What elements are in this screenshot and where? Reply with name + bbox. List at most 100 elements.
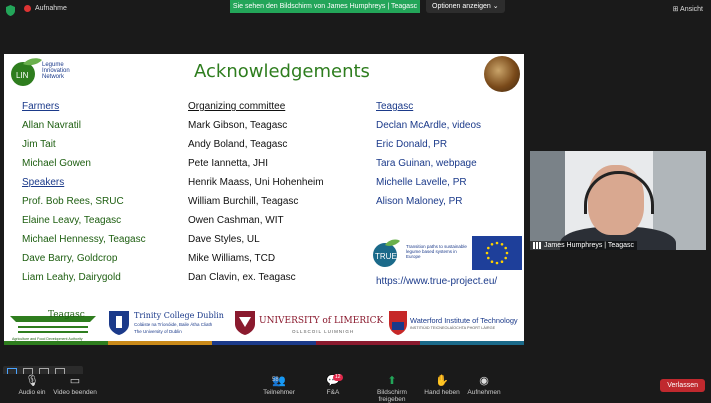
shared-screen-slide: LIN Legume Innovation Network Acknowledg… [4,54,524,345]
top-bar: Aufnahme Sie sehen den Bildschirm von Ja… [0,0,711,22]
eu-flag-icon [472,236,522,270]
committee-member: Pete Iannetta, JHI [188,158,269,169]
project-url: https://www.true-project.eu/ [376,276,498,287]
recording-label: Aufnahme [35,5,67,12]
speaker-name: Michael Hennessy, Teagasc [22,234,146,245]
tcd-crest-icon [109,311,129,335]
true-logo-text: TRUE [375,252,397,261]
speaker-name: Prof. Bob Rees, SRUC [22,196,124,207]
teagasc-column: Teagasc Declan McArdle, videos Eric Dona… [376,97,481,211]
teagasc-member: Alison Maloney, PR [376,196,463,207]
participants-label: Teilnehmer [263,389,295,396]
ul-logo: UNIVERSITY of LIMERICK OLLSCOIL LUIMNIGH [234,308,383,342]
legume-innovation-network-logo: LIN [11,58,42,86]
committee-member: William Burchill, Teagasc [188,196,299,207]
view-options-button[interactable]: Optionen anzeigen ⌄ [426,0,505,13]
raise-hand-icon: ✋ [435,375,449,387]
teagasc-member: Michelle Lavelle, PR [376,177,467,188]
participants-count: 58 [272,377,279,383]
recording-dot-icon [24,5,31,12]
teagasc-logo: Teagasc Agriculture and Food Development… [8,308,98,342]
farmers-heading: Farmers [22,101,60,112]
committee-member: Henrik Maass, Uni Hohenheim [188,177,324,188]
security-shield-icon[interactable] [6,5,15,16]
audio-button[interactable]: 🎙 Audio ein [10,375,54,397]
farmer-name: Allan Navratil [22,120,81,131]
participants-icon: 👥 [272,375,286,387]
tcd-logo-text: Trinity College Dublin [134,311,224,320]
true-project-logo-box: TRUE Transition paths to sustainable leg… [368,236,522,274]
true-description: Transition paths to sustainable legume b… [406,244,467,259]
raise-hand-button[interactable]: ✋ Hand heben [422,375,462,397]
speaker-name: Elaine Leavy, Teagasc [22,215,122,226]
share-label: Bildschirm freigeben [377,389,407,403]
view-label: Ansicht [680,6,703,13]
leave-button[interactable]: Verlassen [660,379,705,392]
beans-image [484,56,520,92]
ul-logo-text: UNIVERSITY of LIMERICK [259,316,384,326]
logo-text-line: Network [42,74,65,80]
signal-bars-icon [533,242,541,249]
teagasc-member: Tara Guinan, webpage [376,158,477,169]
teagasc-emblem-icon: Teagasc Agriculture and Food Development… [10,310,96,341]
view-options-label: Optionen anzeigen [432,3,491,10]
farmers-speakers-column: Farmers Allan Navratil Jim Tait Michael … [22,97,146,287]
qa-badge: 12 [333,374,343,381]
teagasc-member: Eric Donald, PR [376,139,448,150]
committee-member: Dave Styles, UL [188,234,260,245]
qa-label: F&A [326,389,340,396]
video-camera-icon: ▭ [69,375,81,387]
participant-name-label: James Humphreys | Teagasc [530,241,638,250]
wit-logo: Waterford Institute of Technology INSTIT… [388,308,522,342]
record-icon: ◉ [479,375,489,387]
committee-member: Mark Gibson, Teagasc [188,120,288,131]
grid-icon: ⊞ [672,6,679,13]
slide-title: Acknowledgements [194,61,370,82]
participant-name: James Humphreys | Teagasc [544,242,635,249]
participants-button[interactable]: 👥 58 Teilnehmer [256,375,302,397]
chevron-down-icon: ⌄ [492,3,499,10]
recording-indicator: Aufnahme [24,5,67,12]
microphone-muted-icon: 🎙 [25,375,39,387]
committee-member: Dan Clavin, ex. Teagasc [188,272,296,283]
committee-member: Owen Cashman, WIT [188,215,284,226]
speaker-name: Dave Barry, Goldcrop [22,253,118,264]
tcd-logo-subtext: Coláiste na Tríonóide, Baile Átha Cliath [134,322,213,327]
qa-button[interactable]: 💬 12 F&A [320,374,346,396]
wit-logo-text: Waterford Institute of Technology [410,316,518,325]
farmer-name: Michael Gowen [22,158,91,169]
share-screen-icon: ⬆ [387,375,397,387]
share-banner: Sie sehen den Bildschirm von James Humph… [230,0,420,13]
wit-crest-icon [389,311,407,335]
farmer-name: Jim Tait [22,139,56,150]
lin-initials: LIN [16,71,29,80]
slide-footer-stripe [4,341,524,345]
teagasc-heading: Teagasc [376,101,414,112]
ul-logo-subtext: OLLSCOIL LUIMNIGH [292,329,355,334]
committee-member: Andy Boland, Teagasc [188,139,288,150]
tcd-logo-subtext: The University of Dublin [134,329,182,334]
audio-label: Audio ein [18,389,46,396]
ul-crest-icon [235,311,255,335]
logo-text: Legume Innovation Network [42,62,70,80]
true-logo: TRUE [373,239,400,267]
raise-hand-label: Hand heben [424,389,460,396]
record-button[interactable]: ◉ Aufnehmen [466,375,502,397]
share-screen-button[interactable]: ⬆ Bildschirm freigeben [366,376,418,403]
wit-logo-subtext: INSTITIÚID TEICNEOLAÍOCHTA PHORT LÁIRGE [410,326,496,330]
organizing-heading: Organizing committee [188,101,286,112]
meeting-toolbar: 🎙 Audio ein ▭ Video beenden 👥 58 Teilneh… [0,374,711,403]
view-button[interactable]: ⊞ Ansicht [673,5,703,13]
video-button[interactable]: ▭ Video beenden [50,375,100,397]
participant-video-tile[interactable]: James Humphreys | Teagasc [530,151,706,250]
video-label: Video beenden [53,389,97,396]
speaker-name: Liam Leahy, Dairygold [22,272,121,283]
teagasc-member: Declan McArdle, videos [376,120,482,131]
committee-member: Mike Williams, TCD [188,253,276,264]
partner-logos: Teagasc Agriculture and Food Development… [4,308,524,342]
speakers-heading: Speakers [22,177,65,188]
teagasc-logo-text: Teagasc [48,310,85,320]
tcd-logo: Trinity College Dublin Coláiste na Tríon… [108,308,228,342]
record-label: Aufnehmen [467,389,501,396]
organizing-committee-column: Organizing committee Mark Gibson, Teagas… [188,97,324,287]
